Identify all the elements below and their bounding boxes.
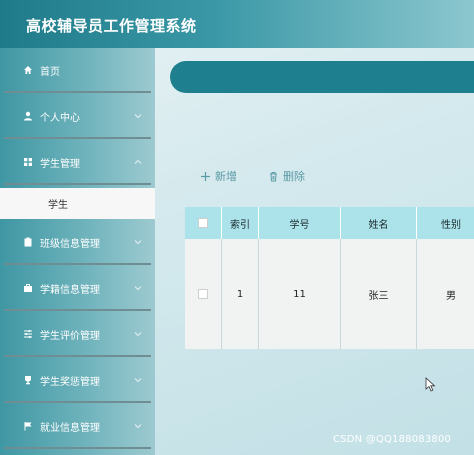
briefcase-icon [22, 282, 34, 294]
sidebar: 首页 个人中心 学生管理 学生 班级信息管理 学籍信息管理 学生评价管理 学生奖… [0, 48, 155, 455]
sidebar-item-label: 个人中心 [40, 112, 80, 124]
select-all-checkbox[interactable] [198, 218, 208, 228]
cell-student-id: 11 [259, 239, 341, 349]
sidebar-item-students[interactable]: 学生管理 [0, 140, 155, 185]
sidebar-item-home[interactable]: 首页 [0, 48, 155, 93]
watermark: CSDN @QQ188083800 [333, 434, 452, 445]
add-button-label: 新增 [215, 170, 237, 183]
row-checkbox[interactable] [198, 289, 208, 299]
trophy-icon [22, 374, 34, 386]
chevron-down-icon [134, 114, 142, 119]
sidebar-subitem-student[interactable]: 学生 [0, 188, 155, 219]
sidebar-item-label: 学生评价管理 [40, 330, 100, 342]
sidebar-item-label: 学生奖惩管理 [40, 376, 100, 388]
header-checkbox-cell [185, 207, 222, 239]
sidebar-item-evaluation[interactable]: 学生评价管理 [0, 312, 155, 357]
sidebar-item-rewards[interactable]: 学生奖惩管理 [0, 358, 155, 403]
cell-index: 1 [222, 239, 259, 349]
home-icon [22, 64, 34, 76]
chevron-down-icon [134, 240, 142, 245]
search-bar [170, 61, 474, 93]
add-button[interactable]: 新增 [200, 168, 237, 184]
delete-button-label: 删除 [283, 170, 305, 183]
sidebar-item-label: 就业信息管理 [40, 422, 100, 434]
table-row[interactable]: 1 11 张三 男 [185, 239, 474, 349]
mouse-cursor-icon [425, 377, 436, 392]
cell-name: 张三 [341, 239, 417, 349]
sidebar-item-employment[interactable]: 就业信息管理 [0, 404, 155, 449]
sidebar-item-status-info[interactable]: 学籍信息管理 [0, 266, 155, 311]
app-title: 高校辅导员工作管理系统 [26, 17, 197, 35]
sidebar-item-label: 班级信息管理 [40, 238, 100, 250]
chevron-down-icon [134, 378, 142, 383]
chevron-down-icon [134, 286, 142, 291]
sidebar-item-label: 首页 [40, 66, 60, 78]
column-header-index[interactable]: 索引 [222, 207, 259, 239]
trash-icon [268, 171, 279, 182]
row-checkbox-cell [185, 239, 222, 349]
sidebar-item-class-info[interactable]: 班级信息管理 [0, 220, 155, 265]
cell-gender: 男 [446, 290, 456, 302]
sidebar-item-label: 学生管理 [40, 158, 80, 170]
student-table: 索引 学号 姓名 性别 1 11 张三 男 [185, 207, 474, 349]
sidebar-item-label: 学籍信息管理 [40, 284, 100, 296]
delete-button[interactable]: 删除 [268, 168, 305, 184]
column-header-gender[interactable]: 性别 [417, 207, 474, 239]
chevron-down-icon [134, 424, 142, 429]
sliders-icon [22, 328, 34, 340]
user-icon [22, 110, 34, 122]
plus-icon [200, 171, 211, 182]
table-header: 索引 学号 姓名 性别 [185, 207, 474, 239]
clipboard-icon [22, 236, 34, 248]
app-header: 高校辅导员工作管理系统 [0, 0, 474, 48]
chevron-up-icon [134, 159, 142, 164]
grid-icon [22, 156, 34, 168]
chevron-down-icon [134, 332, 142, 337]
column-header-student-id[interactable]: 学号 [259, 207, 341, 239]
column-header-name[interactable]: 姓名 [341, 207, 417, 239]
flag-icon [22, 420, 34, 432]
sidebar-item-profile[interactable]: 个人中心 [0, 94, 155, 139]
